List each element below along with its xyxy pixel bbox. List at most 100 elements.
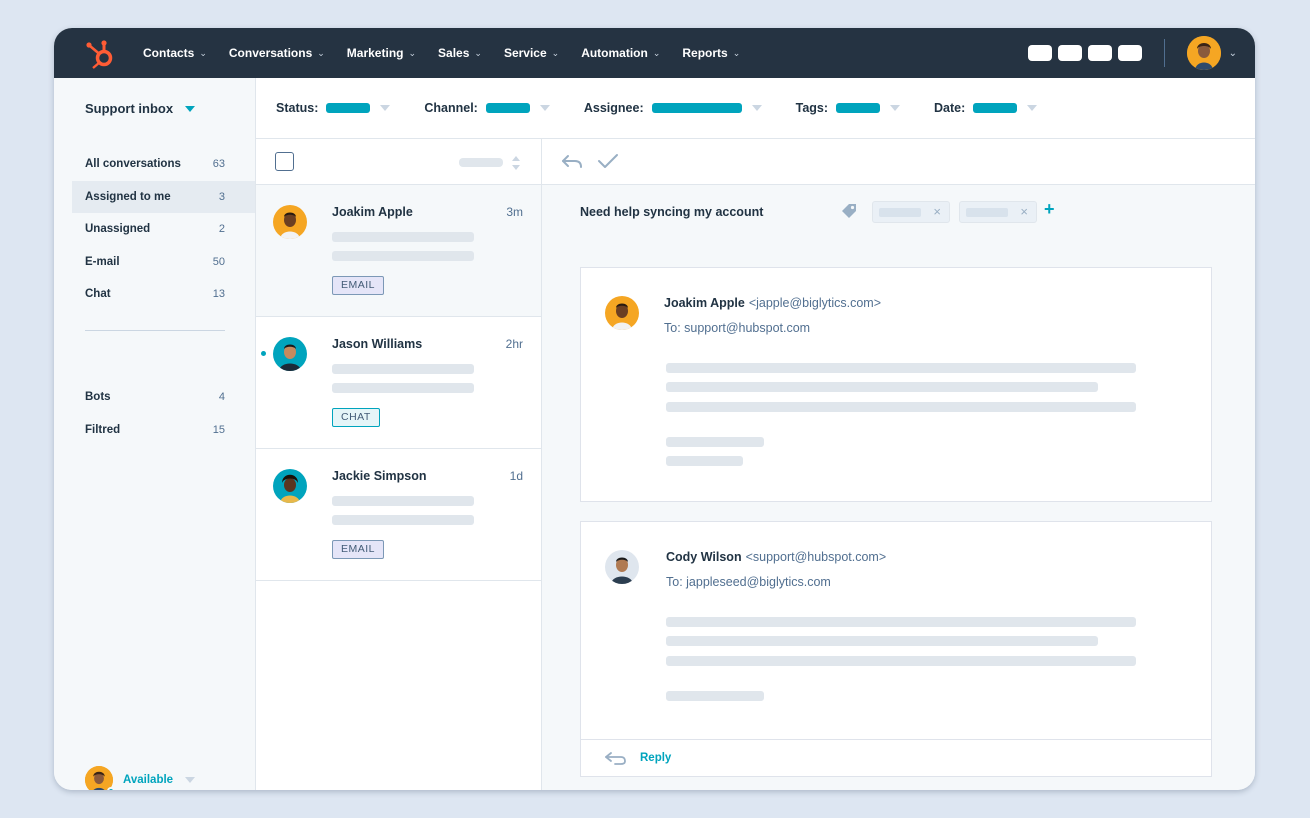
nav-service[interactable]: Service ⌄ (504, 46, 559, 60)
user-avatar-icon (1186, 36, 1221, 70)
thread-subject: Need help syncing my account (580, 205, 764, 219)
nav-automation[interactable]: Automation ⌄ (581, 46, 660, 60)
filter-tags[interactable]: Tags: (796, 101, 901, 115)
chevron-down-icon: ⌄ (199, 47, 207, 58)
avatar (273, 337, 307, 371)
tag-chip-value (966, 208, 1008, 217)
sidebar-item-filtred[interactable]: Filtred 15 (72, 414, 255, 447)
filter-date[interactable]: Date: (934, 101, 1038, 115)
sidebar-item-count: 50 (212, 255, 225, 268)
availability-selector[interactable]: Available (85, 766, 196, 790)
sidebar-item-count: 63 (212, 158, 225, 171)
filter-status[interactable]: Status: (276, 101, 391, 115)
chevron-down-icon: ⌄ (408, 47, 417, 58)
sidebar-item-chat[interactable]: Chat 13 (72, 278, 255, 311)
check-icon[interactable] (597, 152, 619, 170)
sidebar-item-email[interactable]: E-mail 50 (72, 246, 255, 279)
sidebar-item-assigned-to-me[interactable]: Assigned to me 3 (72, 180, 255, 213)
nav-divider (1163, 39, 1165, 67)
message-card: Cody Wilson <support@hubspot.com> To: jap… (580, 521, 1212, 777)
view-list: All conversations 63 Assigned to me 3 Unas… (72, 148, 255, 311)
sidebar-item-label: All conversations (85, 158, 181, 171)
sender-avatar-icon (605, 550, 639, 584)
preview-line (332, 496, 474, 506)
nav-utilities: ⌄ (1022, 28, 1237, 78)
sidebar-item-count: 3 (218, 190, 225, 203)
tag-chip[interactable]: × (959, 201, 1037, 223)
filter-channel[interactable]: Channel: (424, 101, 550, 115)
nav-label: Reports (682, 46, 728, 60)
sender-email[interactable]: <japple@biglytics.com> (749, 296, 881, 310)
sender-avatar-icon (605, 296, 639, 330)
avatar (85, 766, 115, 790)
filter-label: Assignee: (583, 101, 644, 115)
filter-label: Date: (934, 101, 966, 115)
filter-value (836, 103, 881, 113)
nav-label: Conversations (228, 46, 313, 60)
body-line (666, 402, 1136, 412)
sort-selector[interactable] (459, 158, 503, 167)
caret-down-icon (1027, 105, 1038, 111)
nav-contacts[interactable]: Contacts ⌄ (143, 46, 207, 60)
sidebar-item-count: 13 (212, 288, 225, 301)
nav-utility-button[interactable] (1117, 45, 1142, 61)
sidebar-item-all-conversations[interactable]: All conversations 63 (72, 148, 255, 181)
chevron-down-icon[interactable]: ⌄ (1229, 48, 1237, 59)
caret-down-icon (890, 105, 901, 111)
tag-chip-value (879, 208, 921, 217)
conversation-item[interactable]: Jason Williams 2hr CHAT (256, 317, 541, 449)
online-status-dot (107, 787, 115, 790)
recipient: To: jappleseed@biglytics.com (666, 575, 831, 589)
inbox-selector[interactable]: Support inbox (85, 101, 196, 116)
chevron-down-icon: ⌄ (317, 47, 325, 58)
conversation-item[interactable]: Jackie Simpson 1d EMAIL (256, 449, 541, 581)
sidebar-item-label: Assigned to me (85, 190, 171, 203)
caret-down-icon (539, 105, 550, 111)
filter-label: Status: (276, 101, 319, 115)
contact-name: Jason Williams (332, 337, 423, 351)
nav-reports[interactable]: Reports ⌄ (682, 46, 740, 60)
caret-down-icon (185, 777, 196, 783)
sidebar-item-bots[interactable]: Bots 4 (72, 381, 255, 414)
nav-utility-button[interactable] (1057, 45, 1082, 61)
caret-down-icon (185, 105, 196, 112)
filter-value (485, 103, 530, 113)
add-tag-button[interactable]: + (1044, 199, 1055, 220)
body-line (666, 456, 743, 466)
sender-email[interactable]: <support@hubspot.com> (746, 550, 887, 564)
preview-line (332, 383, 474, 393)
filter-label: Channel: (424, 101, 478, 115)
reply-bar[interactable]: Reply (581, 739, 1211, 776)
contact-avatar-icon (273, 469, 307, 503)
nav-label: Contacts (143, 46, 195, 60)
nav-utility-button[interactable] (1027, 45, 1052, 61)
conversation-item[interactable]: Joakim Apple 3m EMAIL (256, 185, 541, 317)
nav-marketing[interactable]: Marketing ⌄ (347, 46, 416, 60)
contact-avatar-icon (273, 337, 307, 371)
sidebar-item-count: 2 (218, 223, 225, 236)
nav-utility-button[interactable] (1087, 45, 1112, 61)
body-line (666, 636, 1098, 646)
filter-assignee[interactable]: Assignee: (584, 101, 762, 115)
reply-button[interactable]: Reply (640, 752, 671, 764)
reply-icon[interactable] (560, 153, 584, 171)
tag-chip[interactable]: × (872, 201, 950, 223)
contact-avatar-icon (273, 205, 307, 239)
hubspot-logo-icon[interactable] (84, 38, 118, 70)
preview-line (332, 364, 474, 374)
nav-conversations[interactable]: Conversations ⌄ (229, 46, 325, 60)
nav-sales[interactable]: Sales ⌄ (438, 46, 482, 60)
tag-icon[interactable] (840, 202, 858, 220)
channel-badge: CHAT (332, 408, 380, 427)
sidebar-item-label: Filtred (85, 423, 121, 436)
close-icon[interactable]: × (933, 204, 941, 219)
account-avatar[interactable] (1186, 36, 1221, 70)
body-line (666, 691, 764, 701)
conversation-list-toolbar (256, 139, 542, 185)
select-all-checkbox[interactable] (275, 152, 294, 171)
sort-arrows-icon[interactable] (511, 153, 521, 173)
sender-name: Joakim Apple (664, 296, 745, 310)
close-icon[interactable]: × (1020, 204, 1028, 219)
nav-label: Service (503, 46, 547, 60)
sidebar-item-unassigned[interactable]: Unassigned 2 (72, 213, 255, 246)
